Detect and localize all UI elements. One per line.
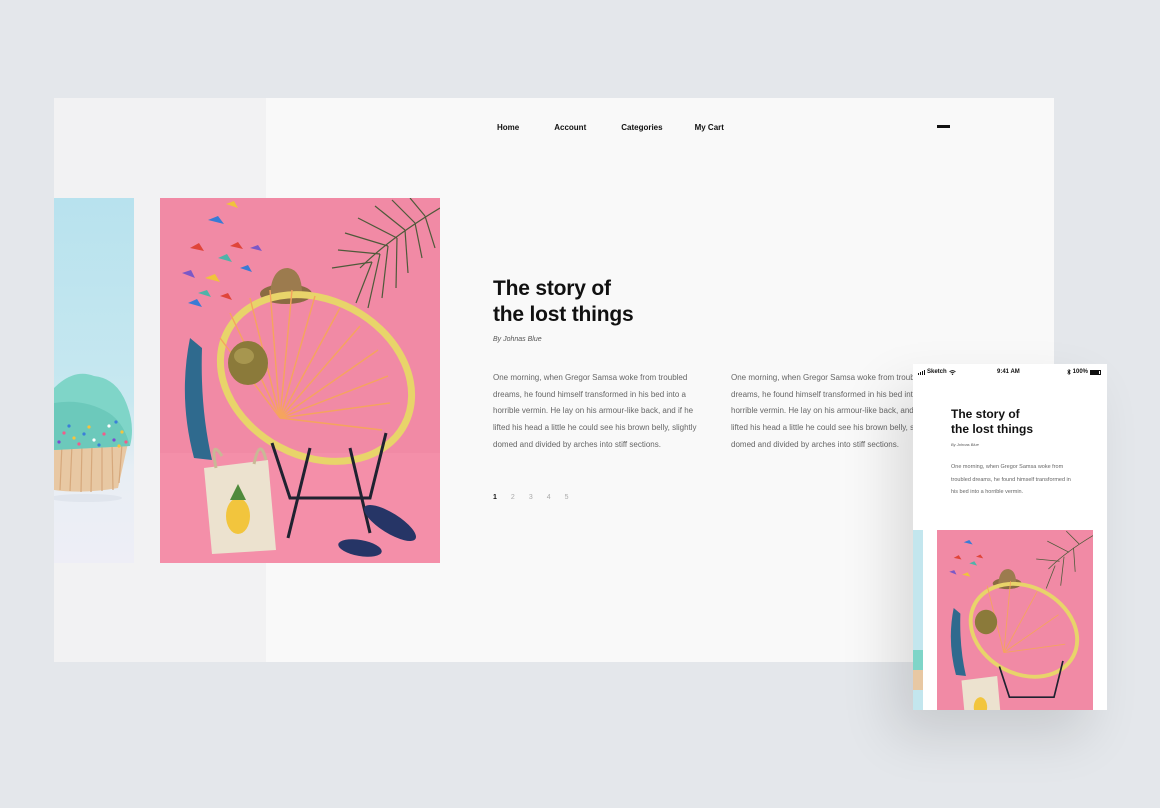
article-paragraph-1: One morning, when Gregor Samsa woke from… [493, 373, 697, 449]
status-bar: Sketch 9:41 AM 100% [913, 368, 1107, 378]
carrier-label: Sketch [927, 369, 947, 375]
battery-percent: 100% [1072, 369, 1088, 375]
pagination: 1 2 3 4 5 [493, 494, 583, 501]
article-title: The story of the lost things [493, 276, 693, 328]
page-5[interactable]: 5 [565, 494, 569, 501]
hamburger-menu-icon[interactable] [937, 125, 950, 128]
status-left: Sketch [918, 369, 956, 375]
signal-icon [918, 369, 925, 375]
battery-icon [1090, 369, 1101, 375]
nav-home[interactable]: Home [497, 123, 519, 132]
nav-my-cart[interactable]: My Cart [695, 123, 724, 132]
mobile-chair-illustration [937, 530, 1093, 710]
mobile-mockup: Sketch 9:41 AM 100% The story of the los… [913, 364, 1107, 710]
desktop-mockup: Home Account Categories My Cart The stor… [54, 98, 1054, 662]
chair-illustration [160, 198, 440, 563]
mobile-article-title: The story of the lost things [951, 407, 1101, 437]
mobile-cupcake-image [913, 530, 923, 710]
chair-image [160, 198, 440, 563]
mobile-article-byline: By Johnas Blue [951, 442, 979, 447]
mobile-cupcake-illustration [913, 530, 923, 710]
nav-account[interactable]: Account [554, 123, 586, 132]
cupcake-image [54, 198, 134, 563]
page-1[interactable]: 1 [493, 494, 497, 501]
mobile-article-paragraph: One morning, when Gregor Samsa woke from… [951, 464, 1071, 495]
status-right: 100% [1066, 369, 1101, 375]
mobile-chair-image [937, 530, 1093, 710]
mobile-title-line-2: the lost things [951, 422, 1033, 436]
status-time: 9:41 AM [997, 369, 1020, 375]
wifi-icon [948, 369, 956, 375]
main-nav: Home Account Categories My Cart [497, 123, 724, 132]
article-title-line-2: the lost things [493, 303, 634, 326]
article-byline: By Johnas Blue [493, 336, 542, 343]
page-2[interactable]: 2 [511, 494, 515, 501]
nav-categories[interactable]: Categories [621, 123, 662, 132]
page-4[interactable]: 4 [547, 494, 551, 501]
page-3[interactable]: 3 [529, 494, 533, 501]
cupcake-illustration [54, 198, 134, 563]
article-title-line-1: The story of [493, 277, 611, 300]
bluetooth-icon [1066, 369, 1071, 375]
mobile-title-line-1: The story of [951, 407, 1020, 421]
